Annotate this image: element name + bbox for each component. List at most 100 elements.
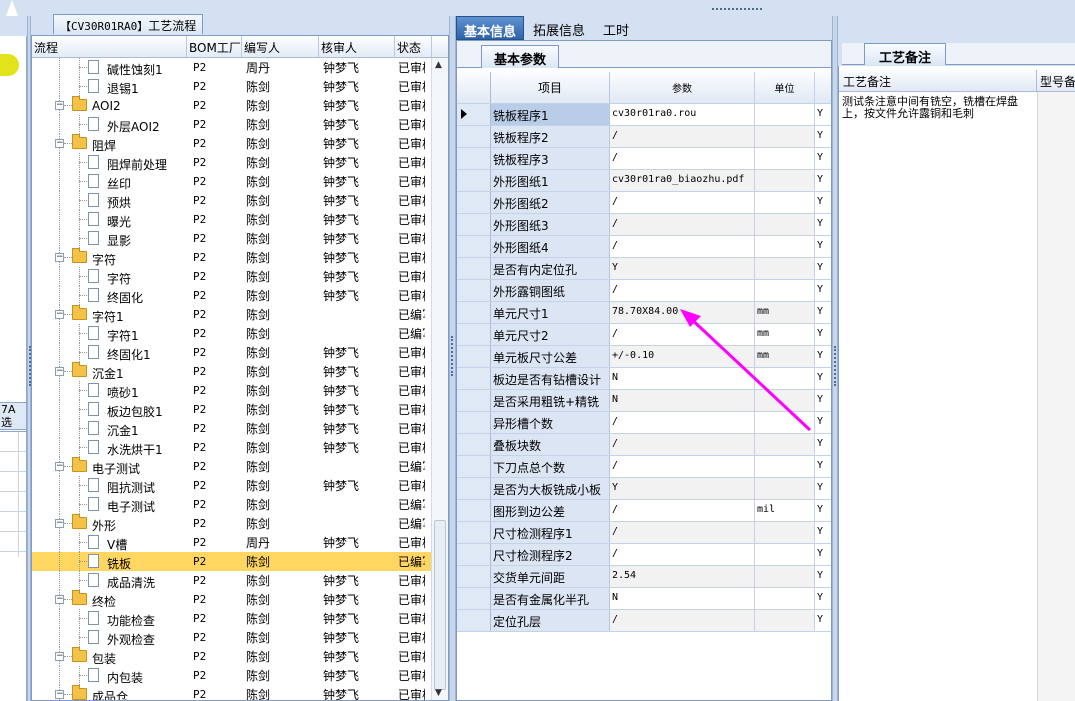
- param-flag-cell[interactable]: Y: [815, 280, 831, 301]
- tree-folder-row[interactable]: − 外形 P2 陈剑 已编写: [32, 514, 448, 533]
- param-unit-cell[interactable]: [755, 236, 815, 257]
- row-header[interactable]: [457, 104, 491, 125]
- collapse-icon[interactable]: −: [55, 253, 64, 262]
- param-flag-cell[interactable]: Y: [815, 500, 831, 521]
- param-row[interactable]: 是否采用粗铣+精铣 N Y: [457, 390, 831, 412]
- param-flag-cell[interactable]: Y: [815, 610, 831, 631]
- row-header[interactable]: [457, 478, 491, 499]
- param-flag-cell[interactable]: Y: [815, 192, 831, 213]
- param-flag-cell[interactable]: Y: [815, 302, 831, 323]
- param-flag-cell[interactable]: Y: [815, 148, 831, 169]
- param-value-cell[interactable]: cv30r01ra0_biaozhu.pdf: [610, 170, 755, 191]
- param-flag-cell[interactable]: Y: [815, 456, 831, 477]
- row-header[interactable]: [457, 544, 491, 565]
- tab-basic-params[interactable]: 基本参数: [481, 45, 560, 68]
- tree-row[interactable]: 阻焊前处理 P2 陈剑 钟梦飞 已审核: [32, 153, 448, 172]
- tree-row[interactable]: 字符1 P2 陈剑 已编写: [32, 324, 448, 343]
- param-value-cell[interactable]: /: [610, 126, 755, 147]
- param-item-cell[interactable]: 下刀点总个数: [491, 456, 610, 477]
- param-value-cell[interactable]: +/-0.10: [610, 346, 755, 367]
- param-item-cell[interactable]: 单元尺寸1: [491, 302, 610, 323]
- param-item-cell[interactable]: 外形图纸1: [491, 170, 610, 191]
- tree-row[interactable]: 板边包胶1 P2 陈剑 钟梦飞 已审核: [32, 400, 448, 419]
- tree-folder-row[interactable]: − 终检 P2 陈剑 钟梦飞 已审核: [32, 590, 448, 609]
- param-flag-cell[interactable]: Y: [815, 170, 831, 191]
- tree-scrollbar[interactable]: ▲ ▼: [431, 58, 448, 700]
- row-header[interactable]: [457, 302, 491, 323]
- tree-folder-row[interactable]: − 字符 P2 陈剑 钟梦飞 已审核: [32, 248, 448, 267]
- row-header[interactable]: [457, 456, 491, 477]
- param-flag-cell[interactable]: Y: [815, 258, 831, 279]
- param-unit-cell[interactable]: [755, 170, 815, 191]
- col-header-status[interactable]: 状态: [395, 36, 432, 57]
- col-header-model-notes[interactable]: 型号备: [1037, 70, 1075, 92]
- param-value-cell[interactable]: 78.70X84.00: [610, 302, 755, 323]
- param-flag-cell[interactable]: Y: [815, 104, 831, 125]
- center-splitter[interactable]: [449, 16, 456, 701]
- param-row[interactable]: 铣板程序2/ Y: [457, 126, 831, 148]
- row-header[interactable]: [457, 588, 491, 609]
- param-value-cell[interactable]: /: [610, 148, 755, 169]
- param-unit-cell[interactable]: [755, 522, 815, 543]
- param-item-cell[interactable]: 是否有内定位孔: [491, 258, 610, 279]
- param-item-cell[interactable]: 尺寸检测程序2: [491, 544, 610, 565]
- row-header[interactable]: [457, 192, 491, 213]
- tree-row[interactable]: 碱性蚀刻1 P2 周丹 钟梦飞 已审核: [32, 58, 448, 77]
- param-flag-cell[interactable]: Y: [815, 214, 831, 235]
- row-header[interactable]: [457, 522, 491, 543]
- param-item-cell[interactable]: 外形露铜图纸: [491, 280, 610, 301]
- tree-row[interactable]: 外层AOI2 P2 陈剑 钟梦飞 已审核: [32, 115, 448, 134]
- row-header[interactable]: [457, 390, 491, 411]
- tab-extended-info[interactable]: 拓展信息: [526, 16, 592, 40]
- param-value-cell[interactable]: 2.54: [610, 566, 755, 587]
- param-value-cell[interactable]: /: [610, 324, 755, 345]
- param-item-cell[interactable]: 定位孔层: [491, 610, 610, 631]
- param-item-cell[interactable]: 外形图纸4: [491, 236, 610, 257]
- tree-row[interactable]: 喷砂1 P2 陈剑 钟梦飞 已审核: [32, 381, 448, 400]
- param-row[interactable]: 定位孔层 / Y: [457, 610, 831, 632]
- collapse-icon[interactable]: −: [55, 652, 64, 661]
- top-splitter-grip[interactable]: [712, 8, 762, 14]
- param-unit-cell[interactable]: [755, 588, 815, 609]
- row-header[interactable]: [457, 610, 491, 631]
- param-row[interactable]: 铣板程序1 cv30r01ra0.rou Y: [457, 104, 831, 126]
- param-value-cell[interactable]: cv30r01ra0.rou: [610, 104, 755, 125]
- param-row[interactable]: 外形图纸3/ Y: [457, 214, 831, 236]
- param-flag-cell[interactable]: Y: [815, 390, 831, 411]
- col-header-flow[interactable]: 流程: [32, 36, 187, 57]
- param-row[interactable]: 叠板块数 / Y: [457, 434, 831, 456]
- param-row[interactable]: 是否有内定位孔 Y Y: [457, 258, 831, 280]
- param-item-cell[interactable]: 异形槽个数: [491, 412, 610, 433]
- tree-row[interactable]: V槽 P2 周丹 钟梦飞 已审核: [32, 533, 448, 552]
- param-unit-cell[interactable]: [755, 544, 815, 565]
- tree-row[interactable]: 内包装 P2 陈剑 钟梦飞 已审核: [32, 666, 448, 685]
- process-note-text[interactable]: 测试条注意中间有铣空，铣槽在焊盘上，按文件允许露铜和毛刺: [842, 96, 1036, 120]
- param-value-cell[interactable]: /: [610, 434, 755, 455]
- row-header[interactable]: [457, 324, 491, 345]
- scroll-thumb[interactable]: [434, 520, 446, 690]
- col-header-process-notes[interactable]: 工艺备注: [839, 70, 1037, 92]
- param-item-cell[interactable]: 铣板程序3: [491, 148, 610, 169]
- param-unit-cell[interactable]: mil: [755, 500, 815, 521]
- tree-folder-row[interactable]: − AOI2 P2 陈剑 钟梦飞 已审核: [32, 96, 448, 115]
- process-tree-grid[interactable]: 流程 BOM工厂 编写人 核审人 状态 碱性蚀刻1P2周丹钟梦飞已审核退锡1P2…: [31, 35, 449, 701]
- param-item-cell[interactable]: 交货单元间距: [491, 566, 610, 587]
- param-unit-cell[interactable]: [755, 390, 815, 411]
- param-item-cell[interactable]: 是否为大板铣成小板: [491, 478, 610, 499]
- param-value-cell[interactable]: N: [610, 368, 755, 389]
- collapse-icon[interactable]: −: [55, 310, 64, 319]
- param-value-cell[interactable]: Y: [610, 478, 755, 499]
- param-item-cell[interactable]: 是否采用粗铣+精铣: [491, 390, 610, 411]
- tree-folder-row[interactable]: − 电子测试 P2 陈剑 已编写: [32, 457, 448, 476]
- param-unit-cell[interactable]: [755, 104, 815, 125]
- param-row[interactable]: 尺寸检测程序1/ Y: [457, 522, 831, 544]
- row-header[interactable]: [457, 258, 491, 279]
- param-row[interactable]: 外形露铜图纸 / Y: [457, 280, 831, 302]
- tree-row[interactable]: 终固化1 P2 陈剑 钟梦飞 已审核: [32, 343, 448, 362]
- tree-row[interactable]: 终固化 P2 陈剑 钟梦飞 已审核: [32, 286, 448, 305]
- param-unit-cell[interactable]: [755, 258, 815, 279]
- param-unit-cell[interactable]: mm: [755, 302, 815, 323]
- param-unit-cell[interactable]: [755, 434, 815, 455]
- row-header[interactable]: [457, 500, 491, 521]
- tab-basic-info[interactable]: 基本信息: [456, 16, 525, 40]
